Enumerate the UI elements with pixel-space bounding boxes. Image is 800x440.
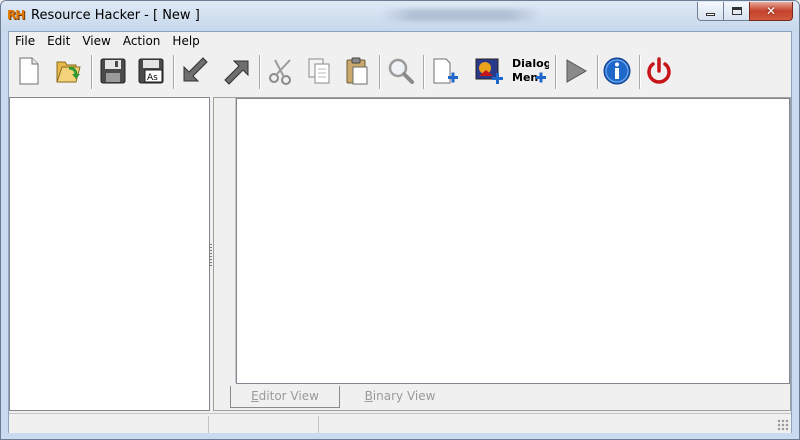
maximize-icon <box>731 7 742 15</box>
about-button[interactable] <box>601 55 633 87</box>
toolbar-separator <box>259 55 261 89</box>
add-blank-button[interactable] <box>429 55 461 87</box>
blurred-title-region <box>381 9 541 21</box>
status-bar <box>9 413 791 433</box>
close-button[interactable]: ✕ <box>749 2 793 21</box>
toolbar-separator <box>423 55 425 89</box>
minimize-icon <box>706 12 715 16</box>
menu-edit[interactable]: Edit <box>41 32 76 50</box>
dialog-label: Dialog <box>512 57 549 70</box>
status-segment-1 <box>9 416 209 433</box>
tab-binary-label: inary View <box>372 389 436 403</box>
toolbar-separator <box>597 55 599 89</box>
splitter-handle[interactable] <box>209 244 212 266</box>
tab-editor-view[interactable]: Editor View <box>230 386 340 408</box>
maximize-button[interactable] <box>723 2 749 21</box>
view-tabs: Editor View Binary View <box>214 384 790 410</box>
minimize-button[interactable] <box>697 2 723 21</box>
menu-help[interactable]: Help <box>166 32 205 50</box>
menu-action[interactable]: Action <box>117 32 167 50</box>
tab-editor-label: ditor View <box>258 389 319 403</box>
title-bar[interactable]: RH Resource Hacker - [ New ] ✕ <box>1 1 799 31</box>
toolbar-separator <box>639 55 641 89</box>
find-button[interactable] <box>385 55 417 87</box>
client-area: File Edit View Action Help As Dialog Men… <box>8 31 792 433</box>
floppy-disk-icon <box>100 58 126 84</box>
line-gutter <box>214 98 236 383</box>
copy-icon <box>308 58 330 84</box>
app-window: RH Resource Hacker - [ New ] ✕ File Edit… <box>0 0 800 440</box>
add-image-button[interactable] <box>473 55 505 87</box>
open-button[interactable] <box>53 55 85 87</box>
new-file-icon <box>19 57 39 85</box>
arrow-up-right-icon <box>224 60 249 85</box>
toolbar-separator <box>173 55 175 89</box>
dialog-menu-icon: Dialog Men <box>512 57 549 84</box>
editor-area: Editor View Binary View <box>213 97 791 411</box>
paste-icon <box>346 57 368 85</box>
scissors-icon <box>269 59 291 85</box>
action-button[interactable] <box>221 55 253 87</box>
cut-button[interactable] <box>265 55 297 87</box>
menu-file[interactable]: File <box>9 32 41 50</box>
paste-button[interactable] <box>341 55 373 87</box>
tab-binary-view[interactable]: Binary View <box>350 386 450 408</box>
tab-binary-accel: B <box>364 389 373 403</box>
run-button[interactable] <box>559 55 591 87</box>
close-icon: ✕ <box>765 4 777 18</box>
tab-editor-accel: E <box>251 389 259 403</box>
editor-text-area[interactable] <box>236 98 790 384</box>
menu-view[interactable]: View <box>76 32 116 50</box>
exit-button[interactable] <box>643 55 675 87</box>
app-logo-icon: RH <box>7 8 25 22</box>
add-blank-resource-icon <box>433 58 458 84</box>
add-image-resource-icon <box>475 58 503 84</box>
window-title: Resource Hacker - [ New ] <box>31 8 200 23</box>
resize-grip[interactable] <box>777 419 789 431</box>
save-as-label: As <box>147 73 158 83</box>
magnifier-icon <box>388 58 414 84</box>
menu-bar: File Edit View Action Help <box>9 32 791 50</box>
power-icon <box>647 57 671 84</box>
copy-button[interactable] <box>303 55 335 87</box>
toolbar-separator <box>91 55 93 89</box>
caption-buttons: ✕ <box>697 2 793 22</box>
info-icon <box>603 57 631 85</box>
arrow-down-left-icon <box>183 57 208 82</box>
toolbar-separator <box>555 55 557 89</box>
compile-button[interactable] <box>179 55 211 87</box>
dialog-menu-button[interactable]: Dialog Men <box>511 55 549 87</box>
toolbar: As Dialog Men <box>9 51 791 93</box>
new-button[interactable] <box>13 55 45 87</box>
menu-label: Men <box>512 71 538 84</box>
resource-tree-pane[interactable] <box>9 97 210 411</box>
play-icon <box>566 59 587 83</box>
open-folder-icon <box>56 61 81 83</box>
toolbar-separator <box>379 55 381 89</box>
status-segment-2 <box>209 416 319 433</box>
save-as-button[interactable]: As <box>135 55 167 87</box>
save-button[interactable] <box>97 55 129 87</box>
save-as-icon: As <box>138 58 164 84</box>
